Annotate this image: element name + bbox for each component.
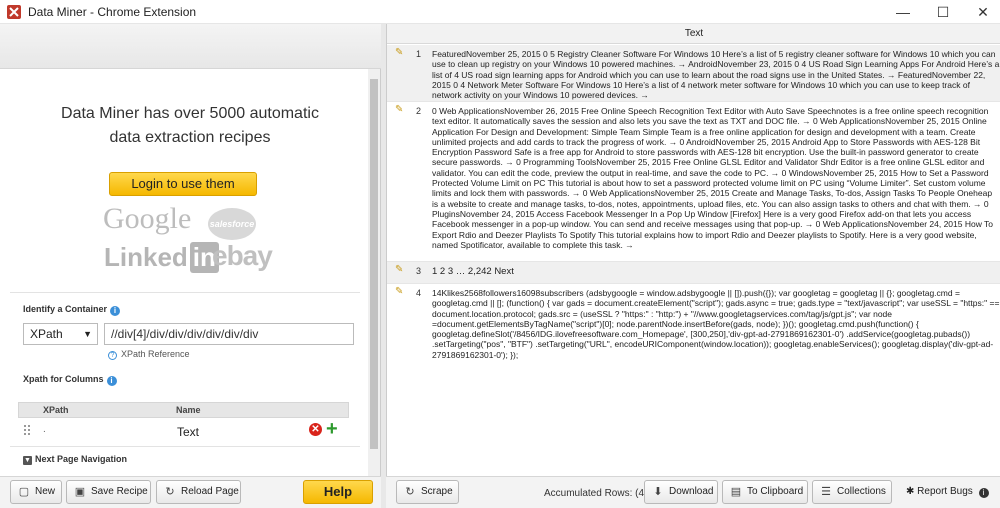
salesforce-logo: salesforce bbox=[208, 208, 256, 240]
reload-icon: ↻ bbox=[165, 486, 175, 498]
help-button[interactable]: Help bbox=[303, 480, 373, 504]
window-titlebar: Data Miner - Chrome Extension — ☐ ✕ bbox=[0, 0, 1000, 24]
ebay-logo: ebay bbox=[212, 240, 273, 271]
reload-page-label: Reload Page bbox=[181, 486, 239, 497]
edit-pencil-icon[interactable]: ✎ bbox=[395, 104, 405, 115]
save-icon: ▣ bbox=[74, 486, 86, 498]
left-scrollbar[interactable]: ▼ bbox=[368, 69, 380, 489]
scrape-button[interactable]: ↻ Scrape bbox=[396, 480, 459, 504]
results-panel: Text ✎ 1 FeaturedNovember 25, 2015 0 5 R… bbox=[386, 24, 1000, 476]
column-header-xpath: XPath bbox=[43, 405, 69, 415]
identify-container-label: Identify a Container i bbox=[23, 304, 121, 316]
collections-label: Collections bbox=[837, 486, 886, 497]
login-button[interactable]: Login to use them bbox=[109, 172, 257, 196]
row-number: 1 bbox=[416, 49, 422, 59]
chevron-down-icon: ▼ bbox=[23, 456, 32, 465]
next-page-navigation-label: Next Page Navigation bbox=[35, 454, 128, 464]
scrape-refresh-icon: ↻ bbox=[405, 486, 415, 498]
download-button[interactable]: ⬇ Download bbox=[644, 480, 718, 504]
report-bugs-label: Report Bugs bbox=[917, 486, 973, 497]
linkedin-logo: Linked in bbox=[104, 242, 219, 273]
new-button[interactable]: ▢ New bbox=[10, 480, 62, 504]
delete-column-icon[interactable]: ✕ bbox=[309, 423, 322, 436]
row-number: 3 bbox=[416, 266, 422, 276]
chevron-down-icon: ▼ bbox=[83, 329, 92, 339]
report-bugs-link[interactable]: ✱ Report Bugs i bbox=[906, 486, 989, 498]
row-text: 1 2 3 … 2,242 Next bbox=[432, 267, 514, 277]
promo-line-2: data extraction recipes bbox=[109, 129, 271, 146]
column-name-value[interactable]: Text bbox=[177, 425, 199, 439]
row-text: FeaturedNovember 25, 2015 0 5 Registry C… bbox=[432, 49, 1000, 101]
info-icon[interactable]: i bbox=[110, 306, 121, 316]
right-toolbar: ↻ Scrape Accumulated Rows: (4) ⬇ Download … bbox=[386, 476, 1000, 508]
google-logo: Google bbox=[103, 202, 192, 235]
bug-icon: ✱ bbox=[906, 486, 915, 497]
column-header-name: Name bbox=[176, 405, 201, 415]
to-clipboard-button[interactable]: ▤ To Clipboard bbox=[722, 480, 808, 504]
download-icon: ⬇ bbox=[653, 486, 663, 498]
to-clipboard-label: To Clipboard bbox=[747, 486, 804, 497]
table-row: ✎ 3 1 2 3 … 2,242 Next bbox=[387, 262, 1000, 284]
table-row: . Text ✕ + bbox=[18, 418, 349, 444]
xpath-columns-label: Xpath for Columns i bbox=[23, 374, 117, 386]
container-type-select[interactable]: XPath ▼ bbox=[23, 323, 98, 345]
edit-pencil-icon[interactable]: ✎ bbox=[395, 47, 405, 58]
new-file-icon: ▢ bbox=[18, 486, 30, 498]
close-window-button[interactable]: ✕ bbox=[960, 0, 1000, 24]
clipboard-icon: ▤ bbox=[730, 486, 742, 498]
row-number: 2 bbox=[416, 106, 422, 116]
drag-handle-icon[interactable] bbox=[24, 425, 30, 435]
table-row: ✎ 2 0 Web ApplicationsNovember 26, 2015 … bbox=[387, 102, 1000, 262]
help-icon: ? bbox=[108, 351, 117, 360]
reload-page-button[interactable]: ↻ Reload Page bbox=[156, 480, 241, 504]
scrollbar-thumb[interactable] bbox=[370, 79, 378, 449]
identify-container-text: Identify a Container bbox=[23, 304, 108, 314]
collections-icon: ☰ bbox=[821, 486, 831, 498]
recipe-panel-header bbox=[0, 24, 381, 69]
info-icon[interactable]: i bbox=[106, 376, 117, 386]
results-column-header[interactable]: Text bbox=[387, 24, 1000, 44]
app-logo-icon bbox=[7, 5, 21, 19]
save-recipe-button[interactable]: ▣ Save Recipe bbox=[66, 480, 151, 504]
promo-text: Data Miner has over 5000 automatic data … bbox=[20, 102, 360, 150]
divider bbox=[10, 446, 360, 447]
edit-pencil-icon[interactable]: ✎ bbox=[395, 264, 405, 275]
recipe-panel: Data Miner has over 5000 automatic data … bbox=[0, 24, 381, 508]
row-text: 0 Web ApplicationsNovember 26, 2015 Free… bbox=[432, 106, 994, 250]
columns-table-header: XPath Name bbox=[18, 402, 349, 418]
xpath-reference-text: XPath Reference bbox=[121, 349, 190, 359]
column-xpath-value[interactable]: . bbox=[43, 424, 46, 435]
container-type-value: XPath bbox=[30, 327, 63, 341]
add-column-icon[interactable]: + bbox=[326, 419, 338, 439]
row-text: 14Klikes2568followers16098subscribers (a… bbox=[432, 288, 1000, 360]
table-row: ✎ 4 14Klikes2568followers16098subscriber… bbox=[387, 284, 1000, 374]
table-row: ✎ 1 FeaturedNovember 25, 2015 0 5 Regist… bbox=[387, 45, 1000, 102]
window-title: Data Miner - Chrome Extension bbox=[28, 5, 197, 19]
promo-line-1: Data Miner has over 5000 automatic bbox=[61, 105, 319, 122]
container-xpath-input[interactable]: //div[4]/div/div/div/div/div/div bbox=[104, 323, 354, 345]
save-recipe-label: Save Recipe bbox=[91, 486, 148, 497]
xpath-columns-text: Xpath for Columns bbox=[23, 374, 104, 384]
columns-table: XPath Name . Text ✕ + bbox=[18, 402, 349, 444]
row-number: 4 bbox=[416, 288, 422, 298]
xpath-reference-link[interactable]: ? XPath Reference bbox=[108, 349, 190, 360]
edit-pencil-icon[interactable]: ✎ bbox=[395, 286, 405, 297]
accumulated-rows-count: Accumulated Rows: (4) bbox=[544, 488, 648, 499]
scrape-label: Scrape bbox=[421, 486, 453, 497]
new-button-label: New bbox=[35, 486, 56, 497]
collections-button[interactable]: ☰ Collections bbox=[812, 480, 892, 504]
download-label: Download bbox=[669, 486, 714, 497]
left-toolbar: ▢ New ▣ Save Recipe ↻ Reload Page Help bbox=[0, 476, 381, 508]
next-page-navigation-toggle[interactable]: ▼ Next Page Navigation bbox=[23, 454, 127, 465]
linkedin-logo-text: Linked bbox=[104, 242, 188, 272]
info-icon[interactable]: i bbox=[978, 488, 989, 498]
divider bbox=[10, 292, 360, 293]
